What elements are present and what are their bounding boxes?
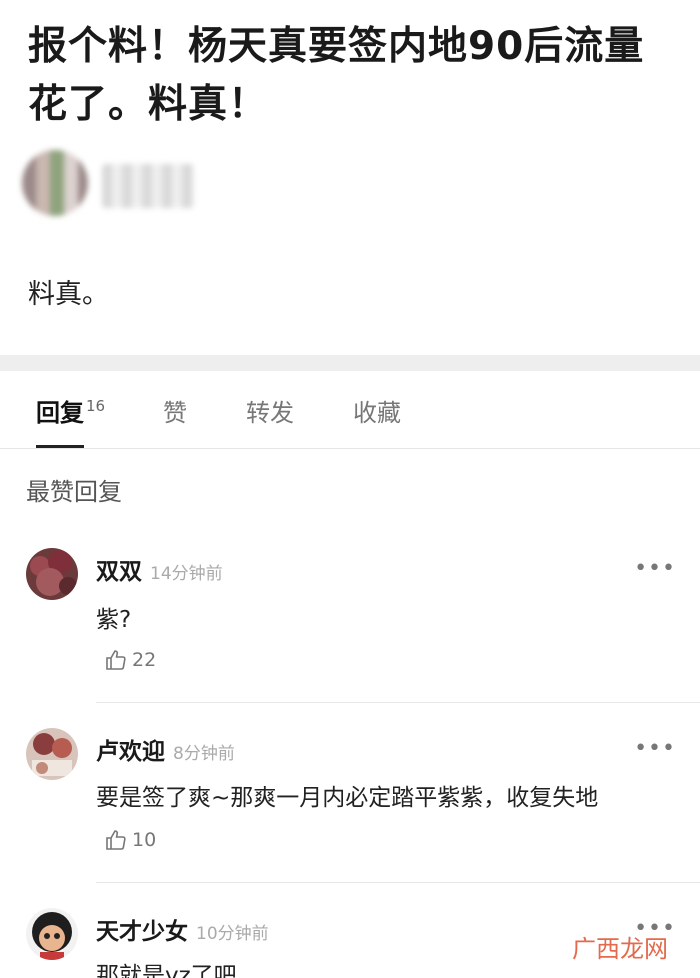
author-avatar[interactable] (22, 150, 88, 216)
comment-author-name: 双双 (96, 559, 142, 585)
avatar[interactable] (26, 548, 78, 600)
tab-replies-count: 16 (86, 397, 106, 415)
more-options-icon[interactable]: ••• (634, 736, 676, 761)
comment-time: 10分钟前 (196, 924, 269, 944)
tab-reposts[interactable]: 转发 (246, 393, 294, 428)
thumbs-up-icon (106, 830, 126, 850)
tab-replies-label: 回复 (36, 399, 84, 427)
post-title: 报个料！杨天真要签内地90后流量花了。料真！ (28, 24, 645, 127)
section-label: 最赞回复 (26, 478, 122, 506)
like-count: 10 (132, 829, 157, 851)
like-button[interactable]: 10 (104, 828, 156, 852)
like-button[interactable]: 22 (104, 648, 156, 672)
comment-time: 14分钟前 (150, 564, 223, 584)
watermark: 广西龙网 (572, 935, 668, 963)
section-divider (0, 355, 700, 371)
post-body: 料真。 (28, 279, 109, 310)
comment-text: 要是签了爽~那爽一月内必定踏平紫紫，收复失地 (96, 785, 599, 811)
avatar[interactable] (26, 908, 78, 960)
more-options-icon[interactable]: ••• (634, 556, 676, 581)
tab-likes[interactable]: 赞 (163, 393, 187, 428)
thumbs-up-icon (106, 650, 126, 670)
like-count: 22 (132, 649, 157, 671)
comment-text: 紫? (96, 607, 132, 633)
tab-favorites[interactable]: 收藏 (353, 393, 401, 428)
comment-author-name: 天才少女 (96, 919, 188, 945)
comment-divider (96, 702, 700, 703)
comment-author[interactable]: 双双 14分钟前 (96, 552, 223, 586)
avatar[interactable] (26, 728, 78, 780)
comment-divider (96, 882, 700, 883)
comment-time: 8分钟前 (173, 744, 235, 764)
post-header: 报个料！杨天真要签内地90后流量花了。料真！ (28, 18, 678, 134)
tab-bar: 回复 16 赞 转发 收藏 (0, 371, 700, 449)
comment-author-name: 卢欢迎 (96, 739, 165, 765)
author-info[interactable] (22, 150, 222, 220)
author-name-redacted (102, 164, 194, 208)
active-tab-indicator (36, 445, 84, 448)
tab-replies[interactable]: 回复 16 (36, 393, 105, 428)
comment-author[interactable]: 卢欢迎 8分钟前 (96, 732, 235, 766)
comment-text: 那就是yz了吧 (96, 963, 237, 978)
comment-author[interactable]: 天才少女 10分钟前 (96, 912, 269, 946)
